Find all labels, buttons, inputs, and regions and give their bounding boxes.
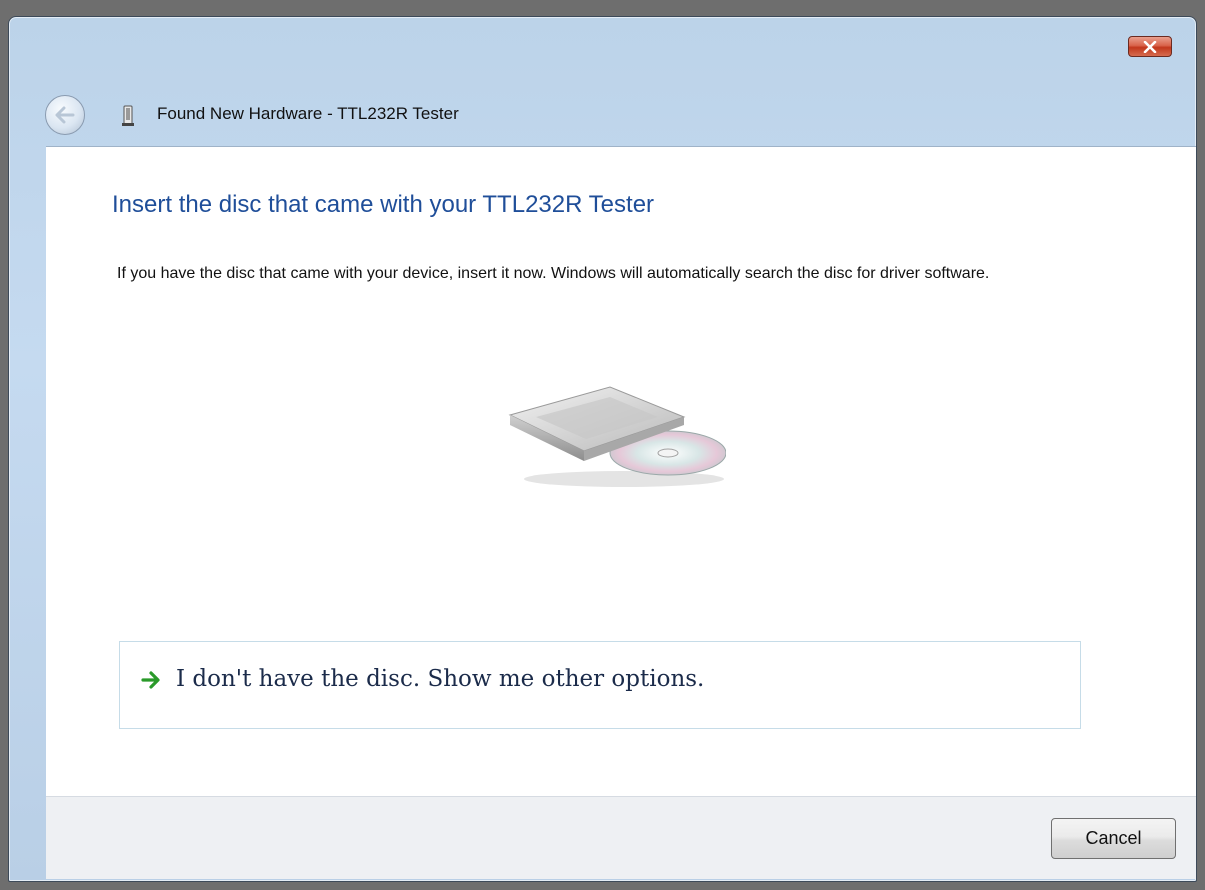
no-disc-option[interactable]: I don't have the disc. Show me other opt… [119,641,1081,729]
page-heading: Insert the disc that came with your TTL2… [112,191,655,218]
close-icon [1143,40,1157,53]
back-button[interactable] [45,95,85,135]
cancel-button[interactable]: Cancel [1051,818,1176,859]
close-button[interactable] [1128,36,1172,57]
dialog-footer: Cancel [46,796,1196,879]
window-title: Found New Hardware - TTL232R Tester [157,104,459,123]
dialog-content: Insert the disc that came with your TTL2… [46,146,1196,796]
back-arrow-icon [55,106,75,124]
no-disc-option-label: I don't have the disc. Show me other opt… [176,666,705,692]
instruction-text: If you have the disc that came with your… [117,265,990,282]
usb-device-icon [122,105,134,126]
disc-drive-icon [508,386,726,487]
dialog-window: Found New Hardware - TTL232R Tester Inse… [8,16,1197,882]
green-arrow-icon [141,671,160,689]
